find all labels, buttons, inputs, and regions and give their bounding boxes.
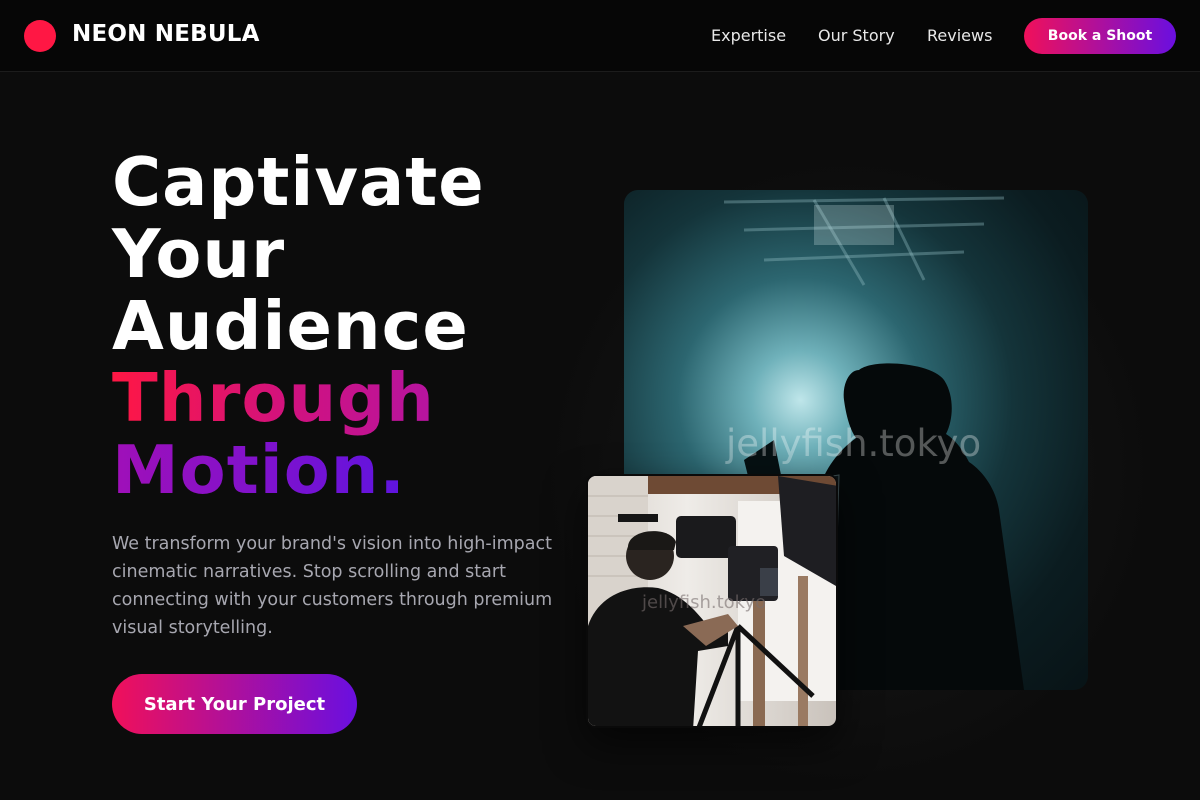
headline-accent-through: Through: [112, 359, 435, 437]
nav-link-our-story[interactable]: Our Story: [818, 26, 895, 45]
headline-line-3: Audience: [112, 287, 469, 365]
small-image-watermark: jellyfish.tokyo: [642, 592, 767, 613]
top-nav: NEON NEBULA Expertise Our Story Reviews …: [0, 0, 1200, 72]
nav-link-reviews[interactable]: Reviews: [927, 26, 992, 45]
hero-subtext: We transform your brand's vision into hi…: [112, 534, 553, 638]
hero-headline: Captivate Your Audience Through Motion.: [112, 146, 485, 506]
hero-image-camera-operator: jellyfish.tokyo: [586, 474, 838, 728]
headline-line-2: Your: [112, 215, 286, 293]
nav-link-expertise[interactable]: Expertise: [711, 26, 786, 45]
headline-accent-motion: Motion.: [112, 431, 406, 509]
headline-line-1: Captivate: [112, 143, 485, 221]
brand-name[interactable]: NEON NEBULA: [72, 21, 260, 47]
book-shoot-button[interactable]: Book a Shoot: [1024, 18, 1176, 54]
logo-dot-icon[interactable]: [24, 20, 56, 52]
start-project-button[interactable]: Start Your Project: [112, 674, 357, 734]
main-image-watermark: jellyfish.tokyo: [726, 422, 982, 465]
